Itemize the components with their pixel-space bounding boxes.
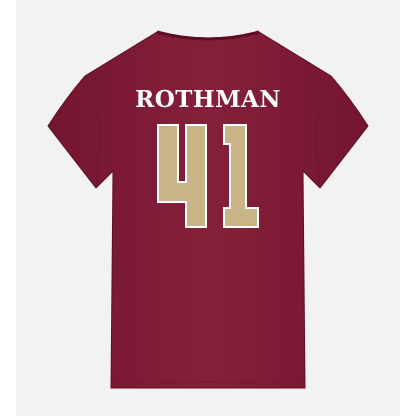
- product-image: ROTHMAN: [0, 0, 416, 416]
- tshirt-back-icon: [47, 30, 369, 389]
- player-name-text: ROTHMAN: [135, 86, 281, 113]
